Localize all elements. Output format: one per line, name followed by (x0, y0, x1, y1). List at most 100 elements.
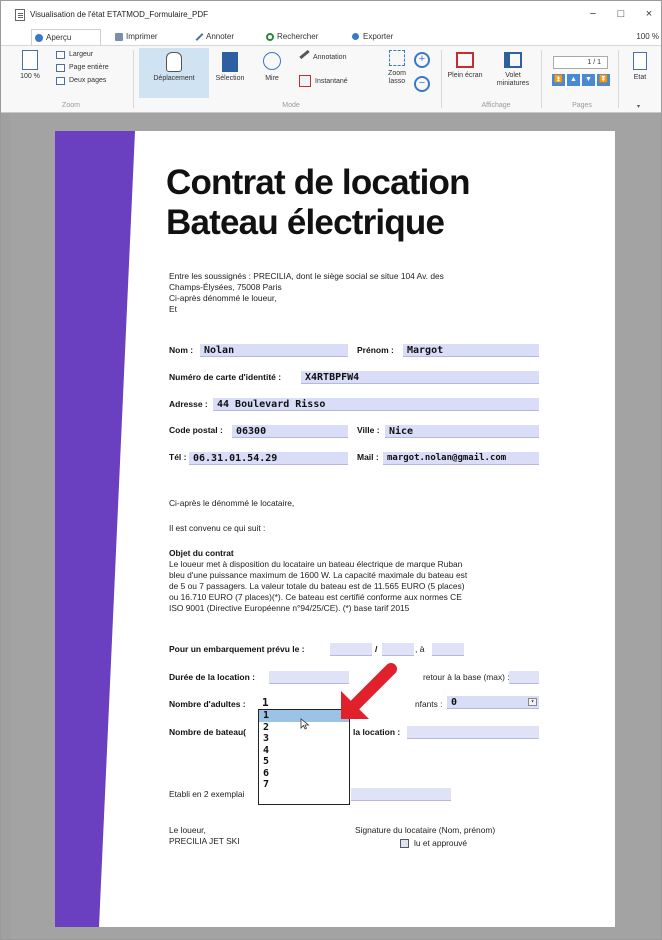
zoom-page-entiere-label: Page entière (69, 64, 109, 71)
objet-line: de 5 ou 7 passagers. La valeur totale du… (169, 581, 465, 591)
embarquement-a: , à (415, 644, 425, 654)
intro-paragraph: Entre les soussignés : PRECILIA, dont le… (169, 271, 529, 315)
embarquement-slash: / (375, 644, 378, 654)
adultes-combobox[interactable]: 1 (258, 696, 350, 709)
embarquement-heure-field[interactable] (432, 643, 464, 656)
embarquement-mois-field[interactable] (382, 643, 414, 656)
maximize-button[interactable]: □ (613, 6, 629, 22)
volet-miniatures-button[interactable]: Volet miniatures (491, 52, 535, 88)
lu-approuve-checkbox[interactable] (400, 839, 409, 848)
loueur-block: Le loueur, PRECILIA JET SKI (169, 825, 240, 847)
previous-page-icon[interactable]: ▲ (567, 74, 580, 86)
tab-label: Aperçu (46, 33, 72, 42)
thumbnails-icon (504, 52, 522, 68)
dropdown-option[interactable]: 5 (259, 756, 349, 768)
close-button[interactable]: × (641, 6, 657, 22)
report-icon (633, 52, 647, 70)
intro-line: Entre les soussignés : PRECILIA, dont le… (169, 271, 444, 281)
plein-ecran-button[interactable]: Plein écran (447, 52, 483, 80)
enfants-combobox[interactable]: 0 ▾ (447, 696, 539, 709)
first-page-icon[interactable]: ⏫ (552, 74, 565, 86)
retour-field[interactable] (509, 671, 539, 684)
location-field[interactable] (407, 726, 539, 739)
etabli-label: Etabli en 2 exemplai (169, 789, 245, 799)
zoom-readout: 100 % (636, 32, 659, 41)
pen-icon (195, 33, 204, 41)
instantane-label: Instantané (315, 78, 348, 85)
convenu-text: Il est convenu ce qui suit : (169, 523, 266, 533)
zoom-100-button[interactable]: 100 % (13, 50, 47, 81)
tab-label: Exporter (363, 32, 394, 41)
selection-button[interactable]: Sélection (209, 52, 251, 83)
loueur-line: PRECILIA JET SKI (169, 836, 240, 846)
zoom-deux-pages-label: Deux pages (69, 77, 107, 84)
ribbon-separator (133, 50, 134, 108)
ribbon-collapse-icon[interactable]: ▾ (637, 103, 640, 110)
tab-exporter[interactable]: Exporter (349, 29, 419, 45)
ville-label: Ville : (357, 425, 380, 435)
tab-label: Annoter (206, 32, 235, 41)
adresse-field[interactable]: 44 Boulevard Risso (213, 398, 539, 411)
minimize-button[interactable]: − (585, 6, 601, 22)
dropdown-option[interactable]: 4 (259, 745, 349, 757)
tab-label: Imprimer (126, 32, 158, 41)
viewer-window: Visualisation de l'état ETATMOD_Formulai… (0, 0, 662, 940)
document-viewer[interactable]: Contrat de location Bateau électrique En… (10, 113, 661, 939)
mire-label: Mire (265, 75, 279, 82)
ribbon-tabs: Aperçu Imprimer Annoter Rechercher Expor… (1, 29, 661, 46)
zoom-deux-pages-button[interactable]: Deux pages (56, 76, 106, 86)
zoom-page-entiere-button[interactable]: Page entière (56, 63, 109, 73)
pointer-cursor-icon (300, 718, 310, 730)
duree-label: Durée de la location : (169, 672, 255, 682)
page-number-input[interactable]: 1 / 1 (553, 56, 608, 69)
dropdown-option[interactable]: 3 (259, 733, 349, 745)
window-title: Visualisation de l'état ETATMOD_Formulai… (30, 10, 209, 19)
etabli-field[interactable] (351, 788, 451, 801)
embarquement-jour-field[interactable] (330, 643, 372, 656)
zoom-largeur-label: Largeur (69, 51, 94, 58)
lasso-icon (389, 50, 405, 66)
text-select-icon (222, 52, 238, 72)
group-label-zoom: Zoom (62, 102, 80, 109)
carte-field[interactable]: X4RTBPFW4 (301, 371, 539, 384)
zoom-out-icon[interactable]: − (414, 76, 430, 92)
tab-rechercher[interactable]: Rechercher (263, 29, 343, 45)
code-postal-label: Code postal : (169, 425, 223, 435)
code-postal-field[interactable]: 06300 (232, 425, 348, 438)
prenom-field[interactable]: Margot (403, 344, 539, 357)
mire-button[interactable]: Mire (254, 52, 290, 83)
zoom-largeur-button[interactable]: Largeur (56, 50, 93, 60)
crosshair-icon (263, 52, 281, 70)
loueur-line: Le loueur, (169, 825, 206, 835)
decorative-stripe (55, 131, 135, 927)
last-page-icon[interactable]: ⏬ (597, 74, 610, 86)
dropdown-option[interactable]: 7 (259, 779, 349, 791)
dropdown-option[interactable]: 6 (259, 768, 349, 780)
nom-field[interactable]: Nolan (200, 344, 348, 357)
duree-field[interactable] (269, 671, 349, 684)
etat-label: Etat (633, 74, 647, 81)
lu-approuve-label: lu et approuvé (414, 838, 468, 848)
document-icon (15, 9, 25, 21)
next-page-icon[interactable]: ▼ (582, 74, 595, 86)
hand-icon (166, 52, 182, 72)
tel-field[interactable]: 06.31.01.54.29 (189, 452, 348, 465)
instantane-button[interactable]: Instantané (299, 75, 367, 87)
annotation-button[interactable]: Annotation (299, 49, 363, 62)
deplacement-button[interactable]: Déplacement (141, 52, 207, 83)
zoom-in-icon[interactable]: + (414, 52, 430, 68)
tab-annoter[interactable]: Annoter (192, 29, 262, 45)
tab-apercu[interactable]: Aperçu (31, 29, 101, 46)
mail-field[interactable]: margot.nolan@gmail.com (383, 452, 539, 465)
mail-label: Mail : (357, 452, 379, 462)
ville-field[interactable]: Nice (385, 425, 539, 438)
width-icon (56, 51, 65, 59)
deplacement-label: Déplacement (153, 75, 195, 82)
etat-button[interactable]: Etat (625, 52, 655, 82)
enfants-value: 0 (451, 697, 458, 708)
tab-imprimer[interactable]: Imprimer (112, 29, 182, 45)
retour-label: retour à la base (max) : (423, 672, 510, 682)
chevron-down-icon[interactable]: ▾ (528, 698, 537, 706)
objet-line: ou 16.710 EURO (7 places)(*). Ce bateau … (169, 592, 462, 602)
zoom-lasso-button[interactable]: Zoom lasso (384, 50, 410, 86)
